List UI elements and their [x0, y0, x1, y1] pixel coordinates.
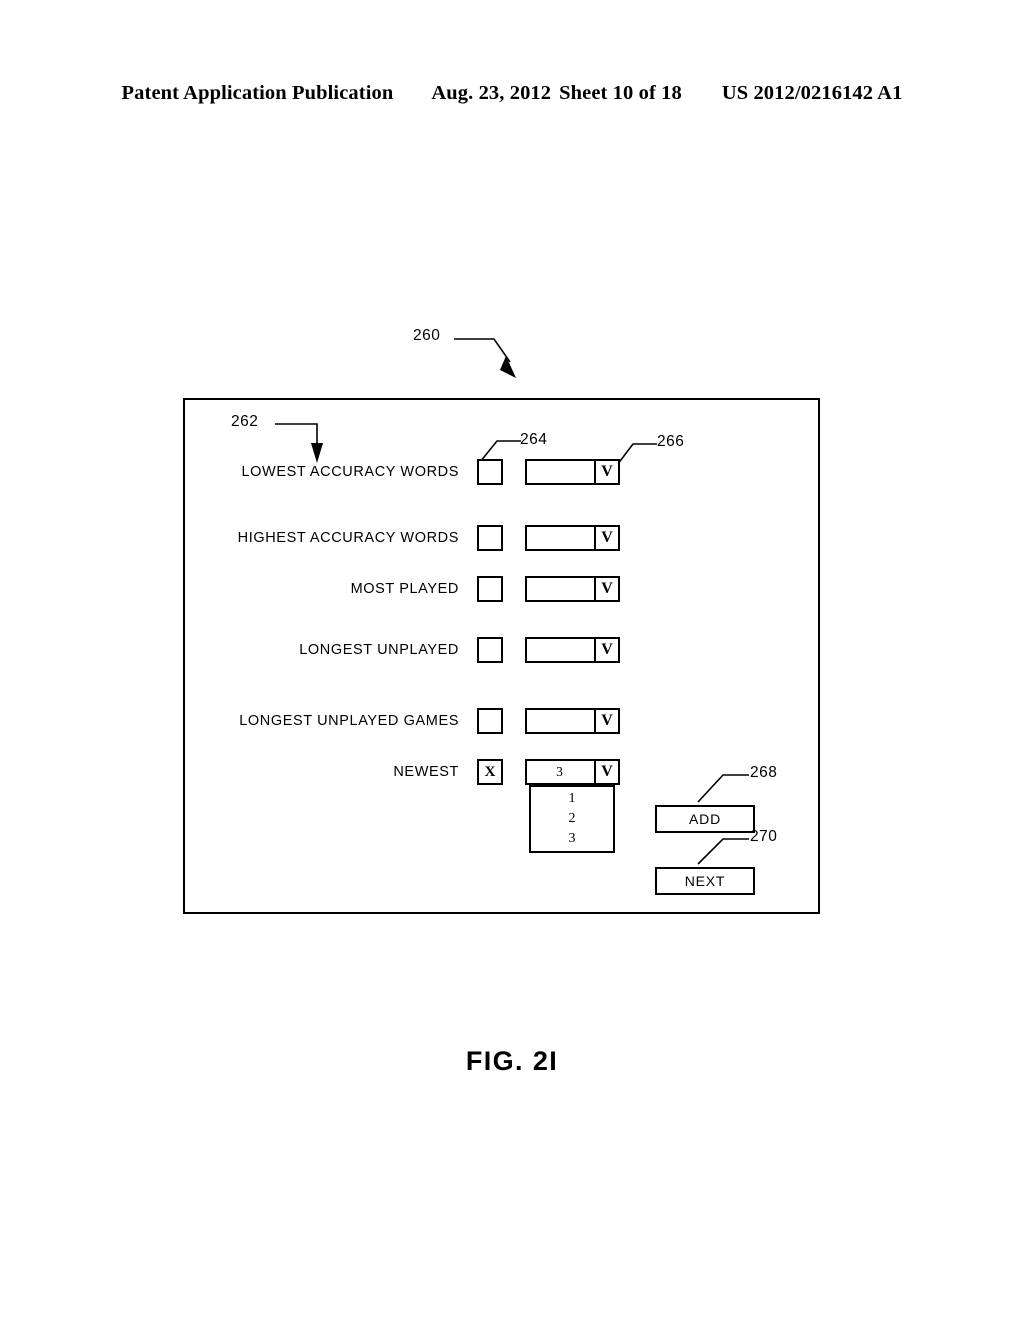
pref-row-dropdown[interactable]: V	[525, 459, 620, 485]
dropdown-option-list[interactable]: 1 2 3	[529, 785, 615, 853]
next-button[interactable]: NEXT	[655, 867, 755, 895]
chevron-down-icon[interactable]: V	[594, 578, 618, 600]
pref-row-checkbox-checked[interactable]: X	[477, 759, 503, 785]
dropdown-value	[527, 639, 594, 661]
next-button-label: NEXT	[684, 873, 726, 889]
pref-row: MOST PLAYED V	[351, 576, 620, 602]
figure-caption: FIG. 2I	[465, 1046, 559, 1076]
pref-row: LONGEST UNPLAYED GAMES V	[239, 708, 620, 734]
pref-row-label: MOST PLAYED	[350, 581, 459, 597]
pref-row: LONGEST UNPLAYED V	[299, 637, 620, 663]
chevron-down-icon[interactable]: V	[594, 710, 618, 732]
pref-row-label: HIGHEST ACCURACY WORDS	[237, 530, 459, 546]
pref-row-checkbox[interactable]	[477, 459, 503, 485]
pref-row-label: NEWEST	[393, 764, 459, 780]
pref-row-dropdown[interactable]: V	[525, 576, 620, 602]
dropdown-selected-value: 3	[556, 764, 563, 779]
pref-row-checkbox[interactable]	[477, 708, 503, 734]
pref-row-dropdown[interactable]: V	[525, 637, 620, 663]
dropdown-value	[527, 461, 594, 483]
leader-line-270	[697, 838, 749, 865]
pref-row-checkbox[interactable]	[477, 525, 503, 551]
reference-number-270: 270	[750, 828, 778, 845]
pref-row: LOWEST ACCURACY WORDS V	[241, 459, 620, 485]
chevron-down-icon[interactable]: V	[594, 527, 618, 549]
list-item[interactable]: 1	[531, 789, 613, 809]
add-button-label: ADD	[689, 811, 721, 827]
pref-row-dropdown-open[interactable]: 3 V	[525, 759, 620, 785]
pref-row-label: LONGEST UNPLAYED GAMES	[239, 713, 459, 729]
dropdown-value	[527, 710, 594, 732]
dropdown-value	[527, 578, 594, 600]
dropdown-value	[527, 527, 594, 549]
leader-line-262	[275, 423, 323, 463]
pref-row-label: LONGEST UNPLAYED	[299, 642, 459, 658]
checkbox-mark: X	[484, 763, 496, 780]
pref-row-checkbox[interactable]	[477, 576, 503, 602]
chevron-down-icon[interactable]: V	[594, 639, 618, 661]
reference-number-262: 262	[231, 413, 259, 430]
chevron-down-icon[interactable]: V	[594, 761, 618, 783]
list-item[interactable]: 2	[531, 809, 613, 829]
list-item[interactable]: 3	[531, 829, 613, 849]
reference-number-266: 266	[657, 433, 685, 450]
leader-line-260	[454, 338, 516, 378]
figure-stage: 260 262 264 266 LOWEST ACCURACY WORDS V …	[0, 0, 1024, 1320]
pref-row: HIGHEST ACCURACY WORDS V	[238, 525, 620, 551]
pref-row-dropdown[interactable]: V	[525, 525, 620, 551]
pref-row-checkbox[interactable]	[477, 637, 503, 663]
pref-row-newest: NEWEST X 3 V	[393, 759, 620, 785]
reference-number-260: 260	[413, 327, 441, 344]
leader-line-268	[697, 774, 749, 803]
preferences-dialog-panel: 262 264 266 LOWEST ACCURACY WORDS V HIGH…	[183, 398, 820, 914]
chevron-down-icon[interactable]: V	[594, 461, 618, 483]
reference-number-268: 268	[750, 764, 778, 781]
reference-number-264: 264	[520, 431, 548, 448]
pref-row-dropdown[interactable]: V	[525, 708, 620, 734]
pref-row-label: LOWEST ACCURACY WORDS	[241, 464, 459, 480]
add-button[interactable]: ADD	[655, 805, 755, 833]
